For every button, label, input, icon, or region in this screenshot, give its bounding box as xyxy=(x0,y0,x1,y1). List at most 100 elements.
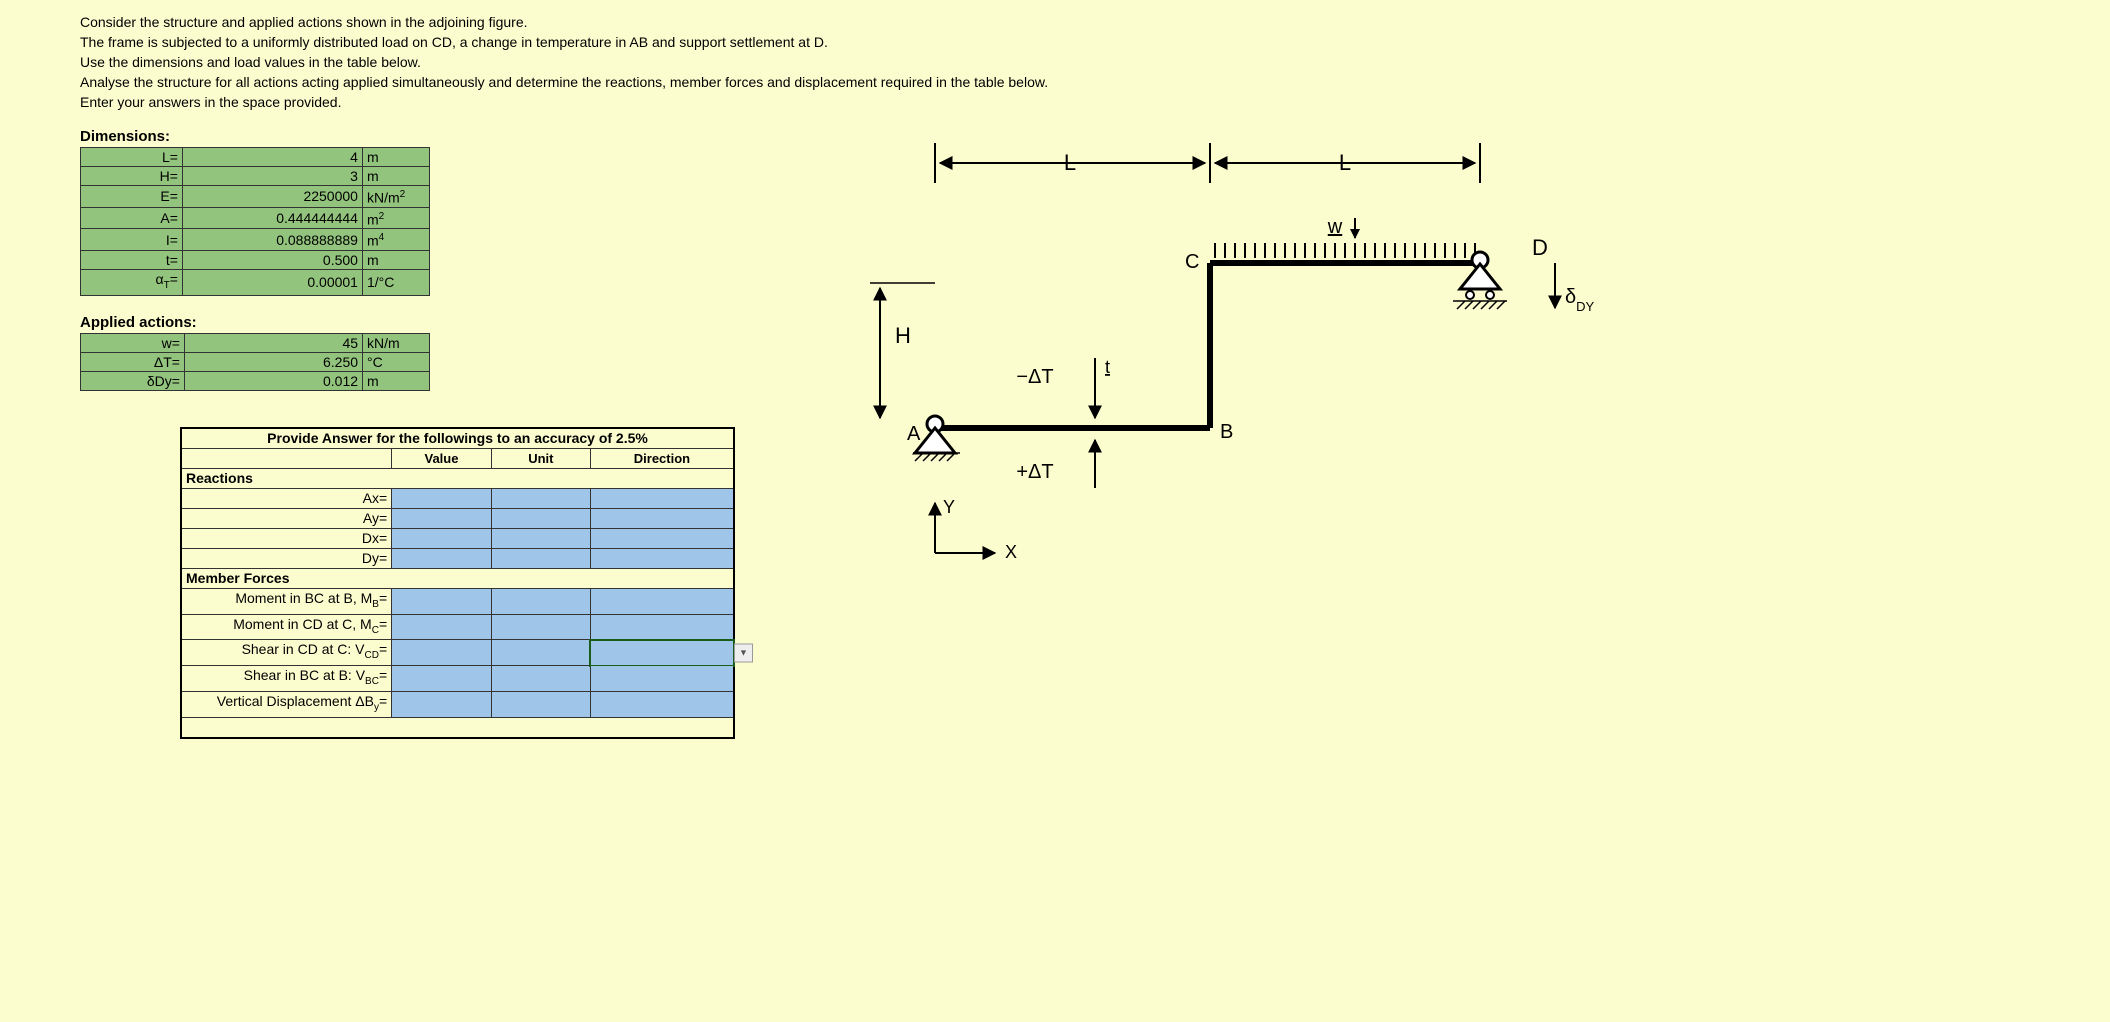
param-value: 6.250 xyxy=(184,352,362,371)
direction-input[interactable] xyxy=(590,614,734,640)
param-unit: m xyxy=(362,148,429,167)
instr-line: The frame is subjected to a uniformly di… xyxy=(80,34,2030,50)
param-value: 2250000 xyxy=(182,186,362,208)
param-label: E= xyxy=(81,186,183,208)
instr-line: Enter your answers in the space provided… xyxy=(80,94,2030,110)
unit-input[interactable] xyxy=(491,488,590,508)
table-row: ΔT=6.250°C xyxy=(81,352,430,371)
answer-row: Shear in CD at C: VCD= ▼ xyxy=(181,640,734,666)
label-D: D xyxy=(1532,235,1548,260)
answer-row: Moment in BC at B, MB= xyxy=(181,588,734,614)
unit-input[interactable] xyxy=(491,508,590,528)
value-input[interactable] xyxy=(392,666,492,692)
applied-title: Applied actions: xyxy=(80,314,735,331)
direction-input[interactable] xyxy=(590,528,734,548)
ans-hdr-blank xyxy=(181,448,392,468)
param-value: 45 xyxy=(184,333,362,352)
param-label: t= xyxy=(81,250,183,269)
dimensions-table: L=4mH=3mE=2250000kN/m2A=0.444444444m2I=0… xyxy=(80,147,430,296)
param-unit: m xyxy=(362,250,429,269)
param-label: w= xyxy=(81,333,185,352)
param-label: L= xyxy=(81,148,183,167)
answer-table: Provide Answer for the followings to an … xyxy=(180,427,735,739)
answer-label: Moment in CD at C, MC= xyxy=(181,614,392,640)
param-value: 0.088888889 xyxy=(182,229,362,251)
answer-row: Shear in BC at B: VBC= xyxy=(181,666,734,692)
unit-input[interactable] xyxy=(491,666,590,692)
table-row: I=0.088888889m4 xyxy=(81,229,430,251)
direction-input[interactable] xyxy=(590,691,734,717)
label-Y: Y xyxy=(943,497,955,517)
value-input[interactable] xyxy=(392,691,492,717)
value-input[interactable] xyxy=(392,508,492,528)
value-input[interactable] xyxy=(392,614,492,640)
value-input[interactable] xyxy=(392,588,492,614)
direction-input[interactable] xyxy=(590,666,734,692)
label-B: B xyxy=(1220,421,1233,443)
param-label: αT= xyxy=(81,269,183,295)
unit-input[interactable] xyxy=(491,548,590,568)
answer-label: Moment in BC at B, MB= xyxy=(181,588,392,614)
instr-line: Analyse the structure for all actions ac… xyxy=(80,74,2030,90)
direction-input[interactable] xyxy=(590,548,734,568)
direction-input[interactable] xyxy=(590,508,734,528)
value-input[interactable] xyxy=(392,528,492,548)
param-value: 4 xyxy=(182,148,362,167)
table-row: αT=0.000011/°C xyxy=(81,269,430,295)
param-unit: 1/°C xyxy=(362,269,429,295)
param-label: ΔT= xyxy=(81,352,185,371)
unit-input[interactable] xyxy=(491,614,590,640)
answer-row: Moment in CD at C, MC= xyxy=(181,614,734,640)
param-unit: °C xyxy=(363,352,430,371)
param-unit: m4 xyxy=(362,229,429,251)
param-value: 0.500 xyxy=(182,250,362,269)
value-input[interactable] xyxy=(392,548,492,568)
param-unit: m2 xyxy=(362,207,429,229)
dimensions-title: Dimensions: xyxy=(80,128,735,145)
table-row: t=0.500m xyxy=(81,250,430,269)
param-label: H= xyxy=(81,167,183,186)
instr-line: Consider the structure and applied actio… xyxy=(80,14,2030,30)
instructions-block: Consider the structure and applied actio… xyxy=(80,14,2030,110)
ans-hdr-value: Value xyxy=(392,448,492,468)
unit-input[interactable] xyxy=(491,588,590,614)
unit-input[interactable] xyxy=(491,691,590,717)
answer-label: Ay= xyxy=(181,508,392,528)
label-L2: L xyxy=(1339,150,1351,175)
answer-row: Dx= xyxy=(181,528,734,548)
instr-line: Use the dimensions and load values in th… xyxy=(80,54,2030,70)
value-input[interactable] xyxy=(392,488,492,508)
udl-w: w xyxy=(1215,216,1475,258)
param-value: 0.012 xyxy=(184,371,362,390)
svg-text:w: w xyxy=(1327,216,1343,238)
direction-input[interactable] xyxy=(590,488,734,508)
section-row: Reactions xyxy=(181,468,734,488)
label-A: A xyxy=(907,423,921,445)
param-value: 3 xyxy=(182,167,362,186)
answer-label: Dy= xyxy=(181,548,392,568)
param-unit: m xyxy=(362,167,429,186)
table-row: E=2250000kN/m2 xyxy=(81,186,430,208)
answer-label: Ax= xyxy=(181,488,392,508)
dropdown-icon[interactable]: ▼ xyxy=(734,643,753,662)
answer-label: Shear in CD at C: VCD= xyxy=(181,640,392,666)
param-unit: kN/m2 xyxy=(362,186,429,208)
applied-table: w=45kN/mΔT=6.250°CδDy=0.012m xyxy=(80,333,430,391)
unit-input[interactable] xyxy=(491,640,590,666)
label-plus-dT: +ΔT xyxy=(1016,461,1053,483)
unit-input[interactable] xyxy=(491,528,590,548)
table-row: H=3m xyxy=(81,167,430,186)
direction-input[interactable] xyxy=(590,588,734,614)
direction-input[interactable]: ▼ xyxy=(590,640,734,666)
value-input[interactable] xyxy=(392,640,492,666)
param-value: 0.00001 xyxy=(182,269,362,295)
label-t: t xyxy=(1105,357,1110,377)
label-C: C xyxy=(1185,251,1199,273)
section-row: Member Forces xyxy=(181,568,734,588)
table-row: w=45kN/m xyxy=(81,333,430,352)
answer-row: Ax= xyxy=(181,488,734,508)
answer-label: Vertical Displacement ΔBy= xyxy=(181,691,392,717)
figure-diagram: L L w D C B A xyxy=(835,128,2030,598)
answer-label: Dx= xyxy=(181,528,392,548)
section-title: Reactions xyxy=(181,468,734,488)
